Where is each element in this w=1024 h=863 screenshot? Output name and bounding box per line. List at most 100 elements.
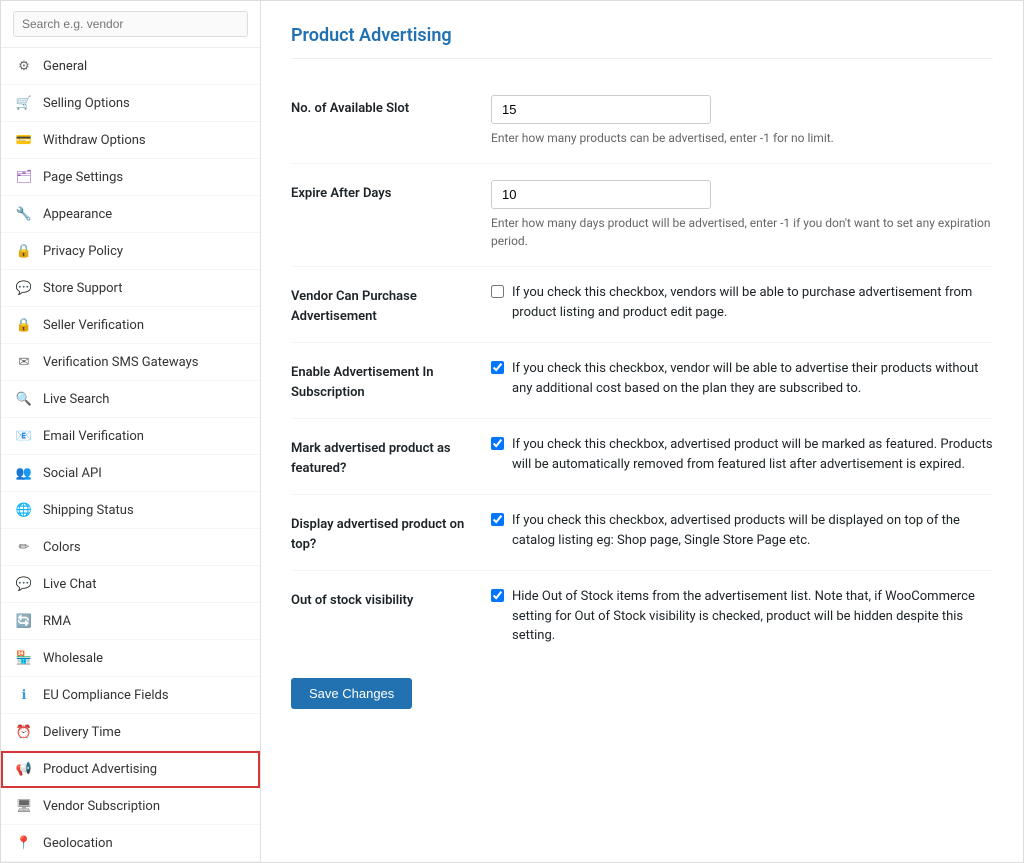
sidebar-label-verification-sms: Verification SMS Gateways — [43, 355, 198, 370]
rma-icon: 🔄 — [15, 612, 33, 630]
checkbox-display-on-top[interactable] — [491, 513, 504, 526]
sidebar-label-product-advertising: Product Advertising — [43, 762, 157, 777]
checkbox-enable-advertisement[interactable] — [491, 361, 504, 374]
form-row-expire-after-days: Expire After DaysEnter how many days pro… — [291, 164, 993, 267]
sidebar-item-product-advertising[interactable]: 📢 Product Advertising — [1, 751, 260, 788]
sidebar-item-colors[interactable]: ✏ Colors — [1, 529, 260, 566]
field-content-enable-advertisement: If you check this checkbox, vendor will … — [491, 359, 993, 402]
wholesale-icon: 🏪 — [15, 649, 33, 667]
sidebar-item-eu-compliance[interactable]: ℹEU Compliance Fields — [1, 677, 260, 714]
page-title: Product Advertising — [291, 25, 993, 59]
sidebar-item-wholesale[interactable]: 🏪 Wholesale — [1, 640, 260, 677]
shipping-status-icon: 🌐 — [15, 501, 33, 519]
sidebar-item-appearance[interactable]: 🔧 Appearance — [1, 196, 260, 233]
sidebar-label-eu-compliance: EU Compliance Fields — [43, 688, 169, 703]
email-verification-icon: 📧 — [15, 427, 33, 445]
sidebar-label-general: General — [43, 59, 87, 74]
sidebar-label-email-verification: Email Verification — [43, 429, 144, 444]
privacy-policy-icon: 🔒 — [15, 242, 33, 260]
sidebar-label-withdraw-options: Withdraw Options — [43, 133, 146, 148]
sidebar-item-social-api[interactable]: 👥 Social API — [1, 455, 260, 492]
main-content: Product Advertising No. of Available Slo… — [261, 1, 1023, 862]
sidebar-item-rma[interactable]: 🔄 RMA — [1, 603, 260, 640]
sidebar: ⚙General 🛒 Selling Options 💳 Withdraw Option… — [1, 1, 261, 862]
sidebar-label-privacy-policy: Privacy Policy — [43, 244, 123, 259]
selling-options-icon: 🛒 — [15, 94, 33, 112]
sidebar-label-colors: Colors — [43, 540, 81, 555]
seller-verification-icon: 🔒 — [15, 316, 33, 334]
label-out-of-stock[interactable]: Hide Out of Stock items from the adverti… — [491, 587, 993, 646]
sidebar-label-vendor-subscription: Vendor Subscription — [43, 799, 160, 814]
sidebar-item-page-settings[interactable]: 🗂 Page Settings — [1, 159, 260, 196]
sidebar-item-shipping-status[interactable]: 🌐 Shipping Status — [1, 492, 260, 529]
label-display-on-top[interactable]: If you check this checkbox, advertised p… — [491, 511, 993, 550]
sidebar-item-live-search[interactable]: 🔍Live Search — [1, 381, 260, 418]
sidebar-label-live-search: Live Search — [43, 392, 109, 407]
sidebar-label-geolocation: Geolocation — [43, 836, 113, 851]
page-settings-icon: 🗂 — [15, 168, 33, 186]
sidebar-label-page-settings: Page Settings — [43, 170, 123, 185]
form-row-out-of-stock: Out of stock visibility Hide Out of Stock… — [291, 571, 993, 662]
description-available-slot: Enter how many products can be advertise… — [491, 129, 993, 147]
field-label-mark-featured: Mark advertised product as featured? — [291, 435, 491, 478]
appearance-icon: 🔧 — [15, 205, 33, 223]
input-available-slot[interactable] — [491, 95, 711, 124]
sidebar-label-shipping-status: Shipping Status — [43, 503, 134, 518]
checkbox-vendor-purchase[interactable] — [491, 285, 504, 298]
sidebar-search-input[interactable] — [13, 11, 248, 37]
sidebar-item-seller-verification[interactable]: 🔒 Seller Verification — [1, 307, 260, 344]
sidebar-item-delivery-time[interactable]: ⏰Delivery Time — [1, 714, 260, 751]
live-chat-icon: 💬 — [15, 575, 33, 593]
sidebar-label-delivery-time: Delivery Time — [43, 725, 121, 740]
colors-icon: ✏ — [15, 538, 33, 556]
sidebar-label-appearance: Appearance — [43, 207, 112, 222]
sidebar-items-list: ⚙General 🛒 Selling Options 💳 Withdraw Option… — [1, 48, 260, 862]
sidebar-label-store-support: Store Support — [43, 281, 123, 296]
checkbox-label-text-out-of-stock: Hide Out of Stock items from the adverti… — [512, 587, 993, 646]
sidebar-item-vendor-subscription[interactable]: 🖥 Vendor Subscription — [1, 788, 260, 825]
input-expire-after-days[interactable] — [491, 180, 711, 209]
sidebar-item-email-verification[interactable]: 📧 Email Verification — [1, 418, 260, 455]
sidebar-item-verification-sms[interactable]: ✉Verification SMS Gateways — [1, 344, 260, 381]
form-table: No. of Available SlotEnter how many prod… — [291, 79, 993, 662]
field-content-mark-featured: If you check this checkbox, advertised p… — [491, 435, 993, 478]
field-content-display-on-top: If you check this checkbox, advertised p… — [491, 511, 993, 554]
sidebar-item-general[interactable]: ⚙General — [1, 48, 260, 85]
sidebar-label-social-api: Social API — [43, 466, 102, 481]
field-label-expire-after-days: Expire After Days — [291, 180, 491, 250]
product-advertising-icon: 📢 — [15, 760, 33, 778]
withdraw-options-icon: 💳 — [15, 131, 33, 149]
field-label-out-of-stock: Out of stock visibility — [291, 587, 491, 646]
sidebar-search-container — [1, 1, 260, 48]
sidebar-label-wholesale: Wholesale — [43, 651, 103, 666]
checkbox-out-of-stock[interactable] — [491, 589, 504, 602]
geolocation-icon: 📍 — [15, 834, 33, 852]
label-vendor-purchase[interactable]: If you check this checkbox, vendors will… — [491, 283, 993, 322]
save-changes-button[interactable]: Save Changes — [291, 678, 412, 709]
sidebar-item-privacy-policy[interactable]: 🔒 Privacy Policy — [1, 233, 260, 270]
form-row-display-on-top: Display advertised product on top?If you… — [291, 495, 993, 571]
field-content-expire-after-days: Enter how many days product will be adve… — [491, 180, 993, 250]
social-api-icon: 👥 — [15, 464, 33, 482]
sidebar-label-live-chat: Live Chat — [43, 577, 96, 592]
sidebar-label-seller-verification: Seller Verification — [43, 318, 144, 333]
sidebar-item-live-chat[interactable]: 💬 Live Chat — [1, 566, 260, 603]
sidebar-item-geolocation[interactable]: 📍 Geolocation — [1, 825, 260, 862]
form-row-enable-advertisement: Enable Advertisement In SubscriptionIf y… — [291, 343, 993, 419]
label-mark-featured[interactable]: If you check this checkbox, advertised p… — [491, 435, 993, 474]
sidebar-item-selling-options[interactable]: 🛒 Selling Options — [1, 85, 260, 122]
field-label-display-on-top: Display advertised product on top? — [291, 511, 491, 554]
label-enable-advertisement[interactable]: If you check this checkbox, vendor will … — [491, 359, 993, 398]
sidebar-item-withdraw-options[interactable]: 💳 Withdraw Options — [1, 122, 260, 159]
field-label-enable-advertisement: Enable Advertisement In Subscription — [291, 359, 491, 402]
sidebar-item-store-support[interactable]: 💬 Store Support — [1, 270, 260, 307]
field-content-out-of-stock: Hide Out of Stock items from the adverti… — [491, 587, 993, 646]
form-row-available-slot: No. of Available SlotEnter how many prod… — [291, 79, 993, 164]
checkbox-mark-featured[interactable] — [491, 437, 504, 450]
field-content-vendor-purchase: If you check this checkbox, vendors will… — [491, 283, 993, 326]
checkbox-label-text-vendor-purchase: If you check this checkbox, vendors will… — [512, 283, 993, 322]
vendor-subscription-icon: 🖥 — [15, 797, 33, 815]
sidebar-label-selling-options: Selling Options — [43, 96, 130, 111]
store-support-icon: 💬 — [15, 279, 33, 297]
sidebar-label-rma: RMA — [43, 614, 71, 629]
